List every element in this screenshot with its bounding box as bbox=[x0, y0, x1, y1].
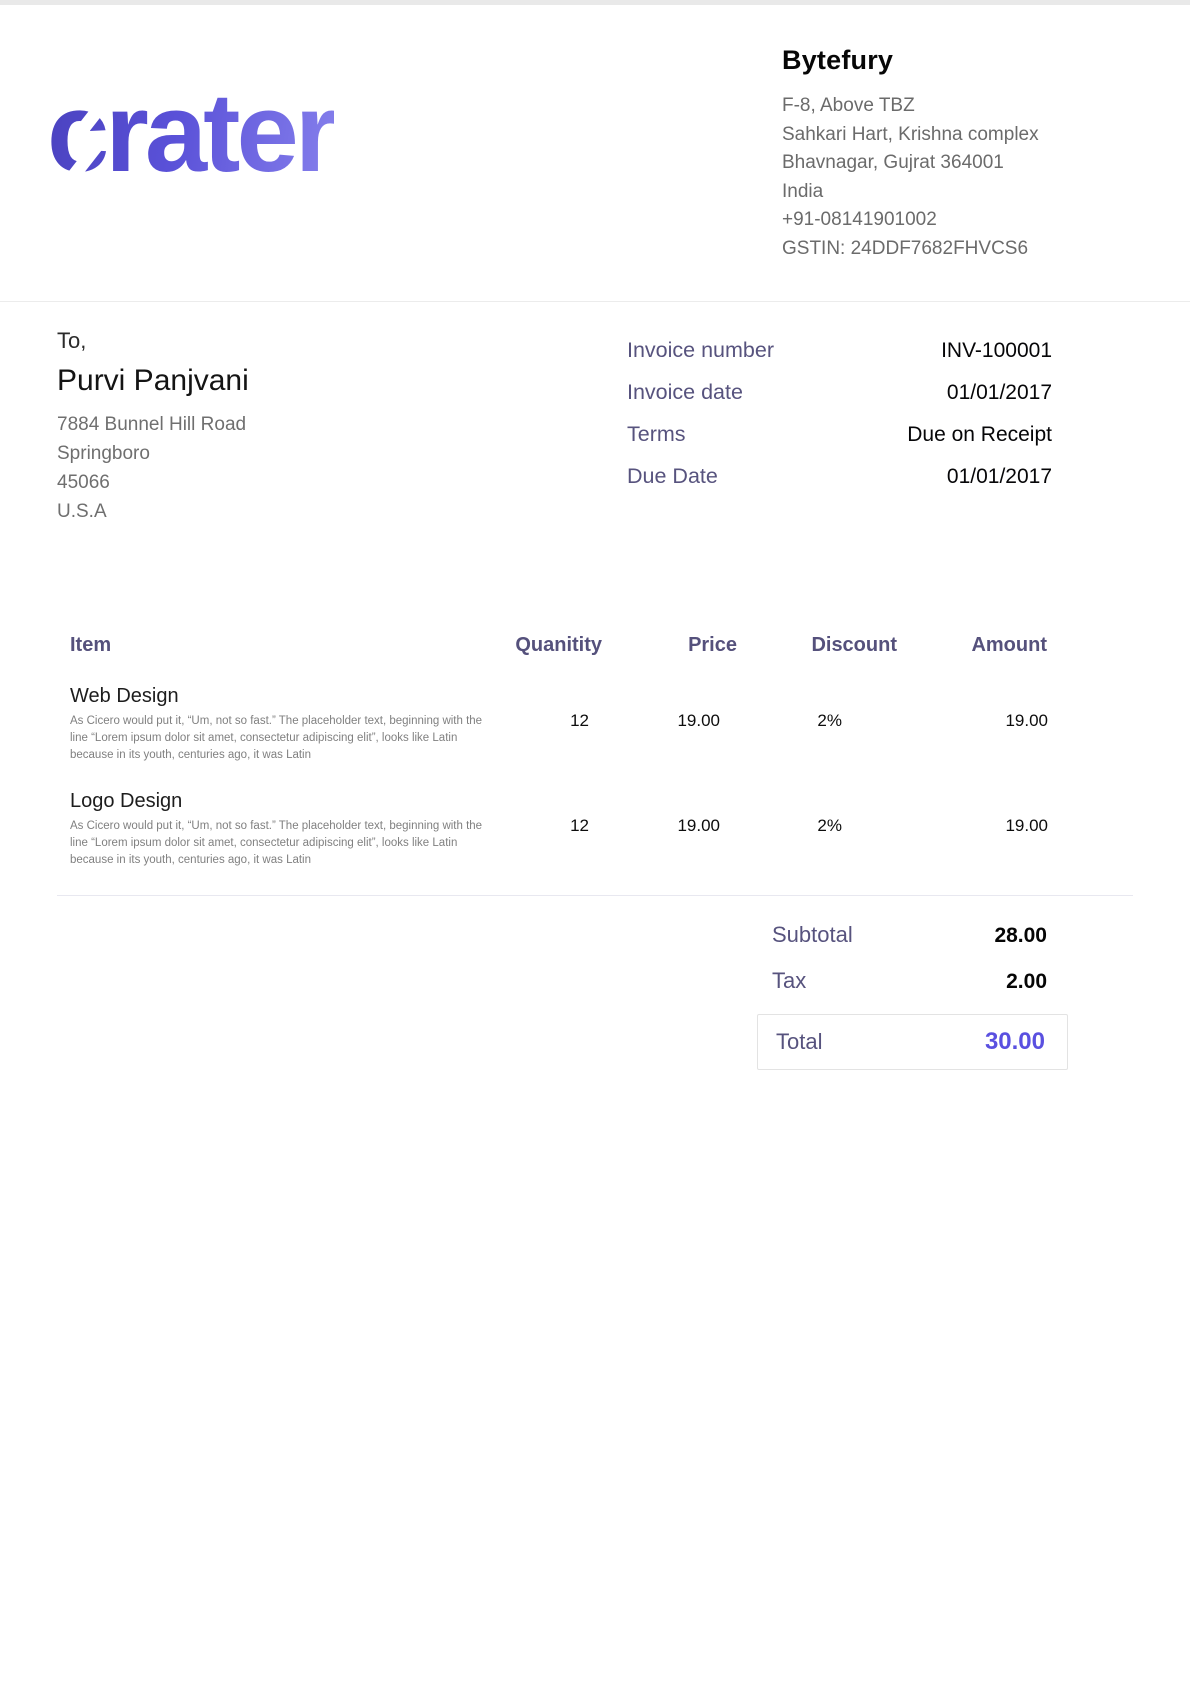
column-header-price: Price bbox=[602, 634, 737, 685]
item-name: Logo Design bbox=[70, 790, 488, 813]
item-name: Web Design bbox=[70, 685, 488, 708]
column-header-item: Item bbox=[70, 634, 487, 685]
invoice-page: crater Bytefury F-8, Above TBZ Sahkari H… bbox=[0, 0, 1190, 1684]
tax-value: 2.00 bbox=[1006, 970, 1047, 994]
crater-logo: crater bbox=[47, 77, 334, 189]
invoice-date-label: Invoice date bbox=[627, 380, 743, 405]
invoice-number-value: INV-100001 bbox=[941, 339, 1052, 363]
total-label: Total bbox=[776, 1029, 822, 1055]
invoice-meta-block: Invoice number INV-100001 Invoice date 0… bbox=[627, 328, 1052, 526]
terms-label: Terms bbox=[627, 422, 686, 447]
due-date-label: Due Date bbox=[627, 464, 718, 489]
bill-to-label: To, bbox=[57, 328, 249, 354]
item-description: As Cicero would put it, “Um, not so fast… bbox=[70, 818, 488, 869]
total-value: 30.00 bbox=[985, 1028, 1045, 1056]
invoice-date-value: 01/01/2017 bbox=[947, 381, 1052, 405]
item-cell: Web Design As Cicero would put it, “Um, … bbox=[70, 685, 488, 764]
item-quantity: 12 bbox=[488, 685, 603, 764]
subtotal-value: 28.00 bbox=[994, 924, 1047, 948]
subtotal-row: Subtotal 28.00 bbox=[772, 922, 1047, 948]
item-discount: 2% bbox=[738, 790, 898, 869]
customer-name: Purvi Panjvani bbox=[57, 364, 249, 398]
tax-label: Tax bbox=[772, 968, 806, 994]
items-table: Item Quanitity Price Discount Amount Web… bbox=[70, 634, 1047, 869]
total-box: Total 30.00 bbox=[757, 1014, 1068, 1070]
invoice-number-row: Invoice number INV-100001 bbox=[627, 338, 1052, 363]
column-header-discount: Discount bbox=[737, 634, 897, 685]
company-name: Bytefury bbox=[782, 45, 1060, 76]
column-header-quantity: Quanitity bbox=[487, 634, 602, 685]
due-date-value: 01/01/2017 bbox=[947, 465, 1052, 489]
column-header-amount: Amount bbox=[897, 634, 1047, 685]
bill-to-block: To, Purvi Panjvani 7884 Bunnel Hill Road… bbox=[57, 328, 249, 526]
customer-address-line: U.S.A bbox=[57, 497, 249, 526]
subtotal-label: Subtotal bbox=[772, 922, 853, 948]
tax-row: Tax 2.00 bbox=[772, 968, 1047, 994]
item-price: 19.00 bbox=[603, 685, 738, 764]
customer-address-line: Springboro bbox=[57, 439, 249, 468]
terms-value: Due on Receipt bbox=[907, 423, 1052, 447]
terms-row: Terms Due on Receipt bbox=[627, 422, 1052, 447]
invoice-date-row: Invoice date 01/01/2017 bbox=[627, 380, 1052, 405]
crater-logo-text: crater bbox=[47, 70, 334, 195]
due-date-row: Due Date 01/01/2017 bbox=[627, 464, 1052, 489]
invoice-number-label: Invoice number bbox=[627, 338, 774, 363]
billing-section: To, Purvi Panjvani 7884 Bunnel Hill Road… bbox=[0, 302, 1190, 526]
company-address-line: Sahkari Hart, Krishna complex bbox=[782, 121, 1060, 150]
item-amount: 19.00 bbox=[898, 790, 1048, 869]
customer-address-line: 45066 bbox=[57, 468, 249, 497]
company-address-line: F-8, Above TBZ bbox=[782, 92, 1060, 121]
company-info-block: Bytefury F-8, Above TBZ Sahkari Hart, Kr… bbox=[782, 39, 1060, 263]
item-discount: 2% bbox=[738, 685, 898, 764]
item-description: As Cicero would put it, “Um, not so fast… bbox=[70, 713, 488, 764]
item-amount: 19.00 bbox=[898, 685, 1048, 764]
company-address-line: India bbox=[782, 178, 1060, 207]
item-quantity: 12 bbox=[488, 790, 603, 869]
table-row: Logo Design As Cicero would put it, “Um,… bbox=[70, 790, 1047, 869]
logo-slice-decoration bbox=[418, 106, 452, 145]
item-cell: Logo Design As Cicero would put it, “Um,… bbox=[70, 790, 488, 869]
items-totals-divider bbox=[57, 895, 1133, 896]
table-row: Web Design As Cicero would put it, “Um, … bbox=[70, 685, 1047, 764]
company-phone: +91-08141901002 bbox=[782, 206, 1060, 235]
totals-section: Subtotal 28.00 Tax 2.00 bbox=[772, 922, 1047, 994]
company-gstin: GSTIN: 24DDF7682FHVCS6 bbox=[782, 235, 1060, 264]
customer-address-line: 7884 Bunnel Hill Road bbox=[57, 410, 249, 439]
item-price: 19.00 bbox=[603, 790, 738, 869]
items-table-header: Item Quanitity Price Discount Amount bbox=[70, 634, 1047, 685]
invoice-header: crater Bytefury F-8, Above TBZ Sahkari H… bbox=[0, 5, 1190, 302]
company-address-line: Bhavnagar, Gujrat 364001 bbox=[782, 149, 1060, 178]
